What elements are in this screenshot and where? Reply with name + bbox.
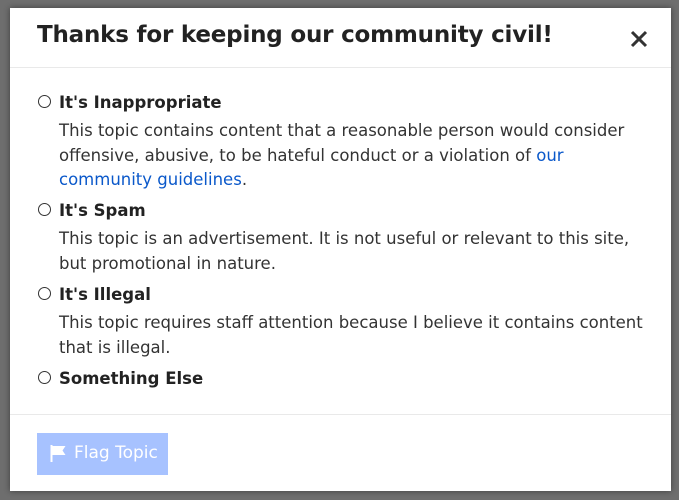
option-title: Something Else	[59, 369, 204, 388]
option-description: This topic is an advertisement. It is no…	[59, 229, 630, 273]
radio-inappropriate[interactable]	[38, 95, 51, 108]
option-title: It's Inappropriate	[59, 93, 222, 112]
flag-icon	[50, 445, 66, 467]
option-title: It's Illegal	[59, 285, 151, 304]
modal-title: Thanks for keeping our community civil!	[37, 22, 553, 48]
option-description: This topic requires staff attention beca…	[59, 313, 643, 357]
modal-footer: Flag Topic	[10, 414, 671, 491]
modal-body: It's Inappropriate This topic contains c…	[10, 68, 671, 414]
radio-spam[interactable]	[38, 203, 51, 216]
radio-something-else[interactable]	[38, 371, 51, 384]
close-button[interactable]	[624, 24, 654, 54]
flag-modal: Thanks for keeping our community civil! …	[10, 8, 671, 491]
radio-illegal[interactable]	[38, 287, 51, 300]
modal-header: Thanks for keeping our community civil!	[10, 8, 671, 68]
option-title: It's Spam	[59, 201, 146, 220]
close-icon	[624, 24, 654, 54]
flag-topic-button[interactable]: Flag Topic	[37, 433, 168, 475]
option-description: This topic contains content that a reaso…	[59, 121, 625, 189]
flag-button-label: Flag Topic	[74, 443, 158, 463]
